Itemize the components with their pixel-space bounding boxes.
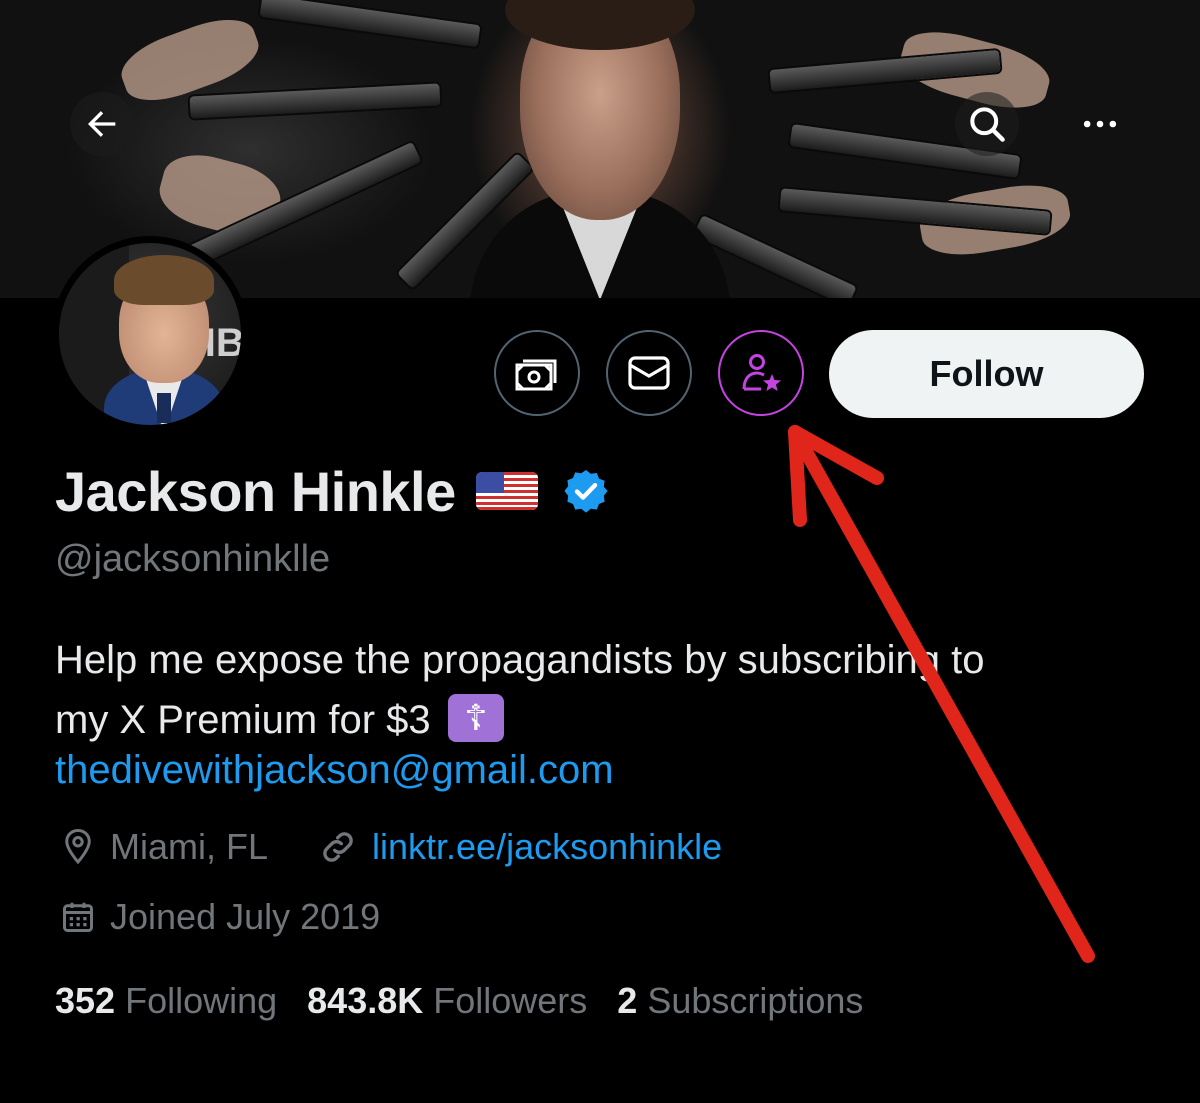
back-button[interactable] [70,92,134,156]
orthodox-cross-emoji: ☦ [447,694,504,743]
followers-label[interactable]: Followers [433,980,587,1022]
subscribe-button[interactable] [718,330,804,416]
money-icon [515,359,557,391]
search-button[interactable] [955,92,1019,156]
arrow-left-icon [88,111,116,137]
user-handle: @jacksonhinklle [55,538,331,580]
verified-badge-icon[interactable] [562,467,610,515]
us-flag-icon [475,472,538,510]
following-count[interactable]: 352 [55,980,115,1022]
display-name: Jackson Hinkle [55,459,456,523]
search-icon [970,107,1005,142]
joined-text: Joined July 2019 [110,896,381,937]
more-options-button[interactable] [1068,92,1132,156]
subscribe-icon [742,354,781,391]
bio-line-1: Help me expose the propagandists by subs… [55,638,985,682]
bio-email-link[interactable]: thedivewithjackson@gmail.com [55,748,614,793]
profile-avatar[interactable]: HB [52,236,248,432]
follow-button[interactable]: Follow [829,330,1144,418]
message-button[interactable] [606,330,692,416]
subscriptions-count[interactable]: 2 [617,980,637,1022]
location-pin-icon [65,828,91,865]
calendar-icon [63,902,93,932]
link-icon [323,832,353,862]
tip-button[interactable] [494,330,580,416]
subscriptions-label[interactable]: Subscriptions [647,980,863,1022]
following-label[interactable]: Following [125,980,277,1022]
bio-line-2: my X Premium for $3 [55,698,431,742]
website[interactable]: linktr.ee/jacksonhinkle [318,826,722,868]
location-text: Miami, FL [110,826,269,867]
profile-stats: 352 Following 843.8K Followers 2 Subscri… [55,980,893,1022]
location: Miami, FL [60,826,268,868]
message-icon [628,356,670,390]
website-link[interactable]: linktr.ee/jacksonhinkle [372,826,722,868]
profile-bio: Help me expose the propagandists by subs… [55,630,1135,750]
followers-count[interactable]: 843.8K [307,980,423,1022]
join-date: Joined July 2019 [60,896,380,938]
more-horizontal-icon [1083,120,1117,128]
